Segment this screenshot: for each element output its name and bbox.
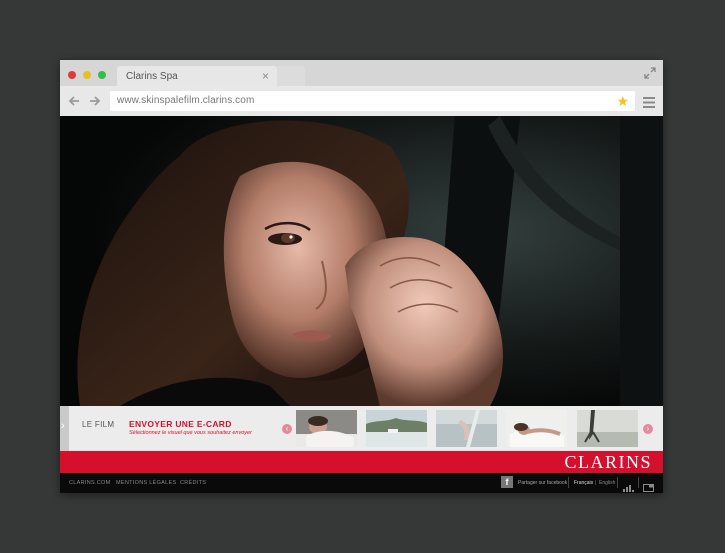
- tab-close-icon[interactable]: ×: [262, 69, 269, 83]
- minimize-window-button[interactable]: [83, 71, 91, 79]
- forward-arrow-icon[interactable]: [89, 94, 101, 112]
- title-bar: Clarins Spa ×: [60, 60, 663, 87]
- nav-envoyer-ecard[interactable]: ENVOYER UNE E-CARD: [129, 419, 232, 429]
- nav-le-film[interactable]: LE FILM: [82, 420, 114, 429]
- ecard-instructions: Sélectionnez le visuel que vous souhaite…: [129, 430, 252, 436]
- address-bar[interactable]: www.skinspalefilm.clarins.com ★: [110, 91, 635, 111]
- thumbnail-hand-water[interactable]: [436, 410, 497, 447]
- brand-bar: CLARINS: [60, 451, 663, 473]
- facebook-icon[interactable]: f: [501, 476, 513, 488]
- footer-divider: [617, 477, 618, 488]
- ecard-thumbnail-bar: › LE FILM ENVOYER UNE E-CARD Sélectionne…: [60, 406, 663, 451]
- sound-icon[interactable]: [623, 479, 635, 493]
- browser-tab[interactable]: Clarins Spa ×: [117, 66, 277, 87]
- carousel-prev-button[interactable]: ‹: [282, 424, 292, 434]
- browser-toolbar: www.skinspalefilm.clarins.com ★: [60, 86, 663, 116]
- carousel-next-button[interactable]: ›: [643, 424, 653, 434]
- new-tab-button[interactable]: [277, 66, 305, 87]
- fullscreen-icon[interactable]: [643, 479, 654, 493]
- footer-link-credits[interactable]: CRÉDITS: [180, 480, 206, 486]
- thumbnail-lake-landscape[interactable]: [366, 410, 427, 447]
- thumbnail-woman-reclining[interactable]: [506, 410, 567, 447]
- site-footer: CLARINS.COM MENTIONS LÉGALES CRÉDITS f P…: [60, 473, 663, 493]
- footer-link-clarins[interactable]: CLARINS.COM: [69, 480, 111, 486]
- url-text: www.skinspalefilm.clarins.com: [117, 95, 255, 106]
- language-english[interactable]: English: [599, 480, 615, 486]
- footer-link-mentions-legales[interactable]: MENTIONS LÉGALES: [116, 480, 176, 486]
- close-window-button[interactable]: [68, 71, 76, 79]
- footer-divider: [638, 477, 639, 488]
- side-panel-toggle[interactable]: ›: [60, 406, 69, 451]
- browser-window: Clarins Spa × www.skinspalefilm.clarins.…: [60, 60, 663, 493]
- language-separator: |: [595, 480, 597, 486]
- footer-divider: [568, 477, 569, 488]
- facebook-share-link[interactable]: Partager sur facebook: [518, 480, 567, 486]
- hero-video-woman-in-car[interactable]: [60, 116, 663, 407]
- web-page: › LE FILM ENVOYER UNE E-CARD Sélectionne…: [60, 116, 663, 493]
- thumbnail-running-figure[interactable]: [577, 410, 638, 447]
- fullscreen-icon[interactable]: [644, 66, 656, 84]
- language-francais[interactable]: Français: [574, 480, 593, 486]
- thumbnail-spa-massage[interactable]: [296, 410, 357, 447]
- maximize-window-button[interactable]: [98, 71, 106, 79]
- chevron-right-icon: ›: [61, 420, 65, 432]
- clarins-logo[interactable]: CLARINS: [564, 452, 652, 473]
- tab-title: Clarins Spa: [126, 71, 178, 82]
- hamburger-menu-icon[interactable]: [643, 95, 655, 113]
- bookmark-star-icon[interactable]: ★: [616, 93, 629, 109]
- back-arrow-icon[interactable]: [68, 94, 80, 112]
